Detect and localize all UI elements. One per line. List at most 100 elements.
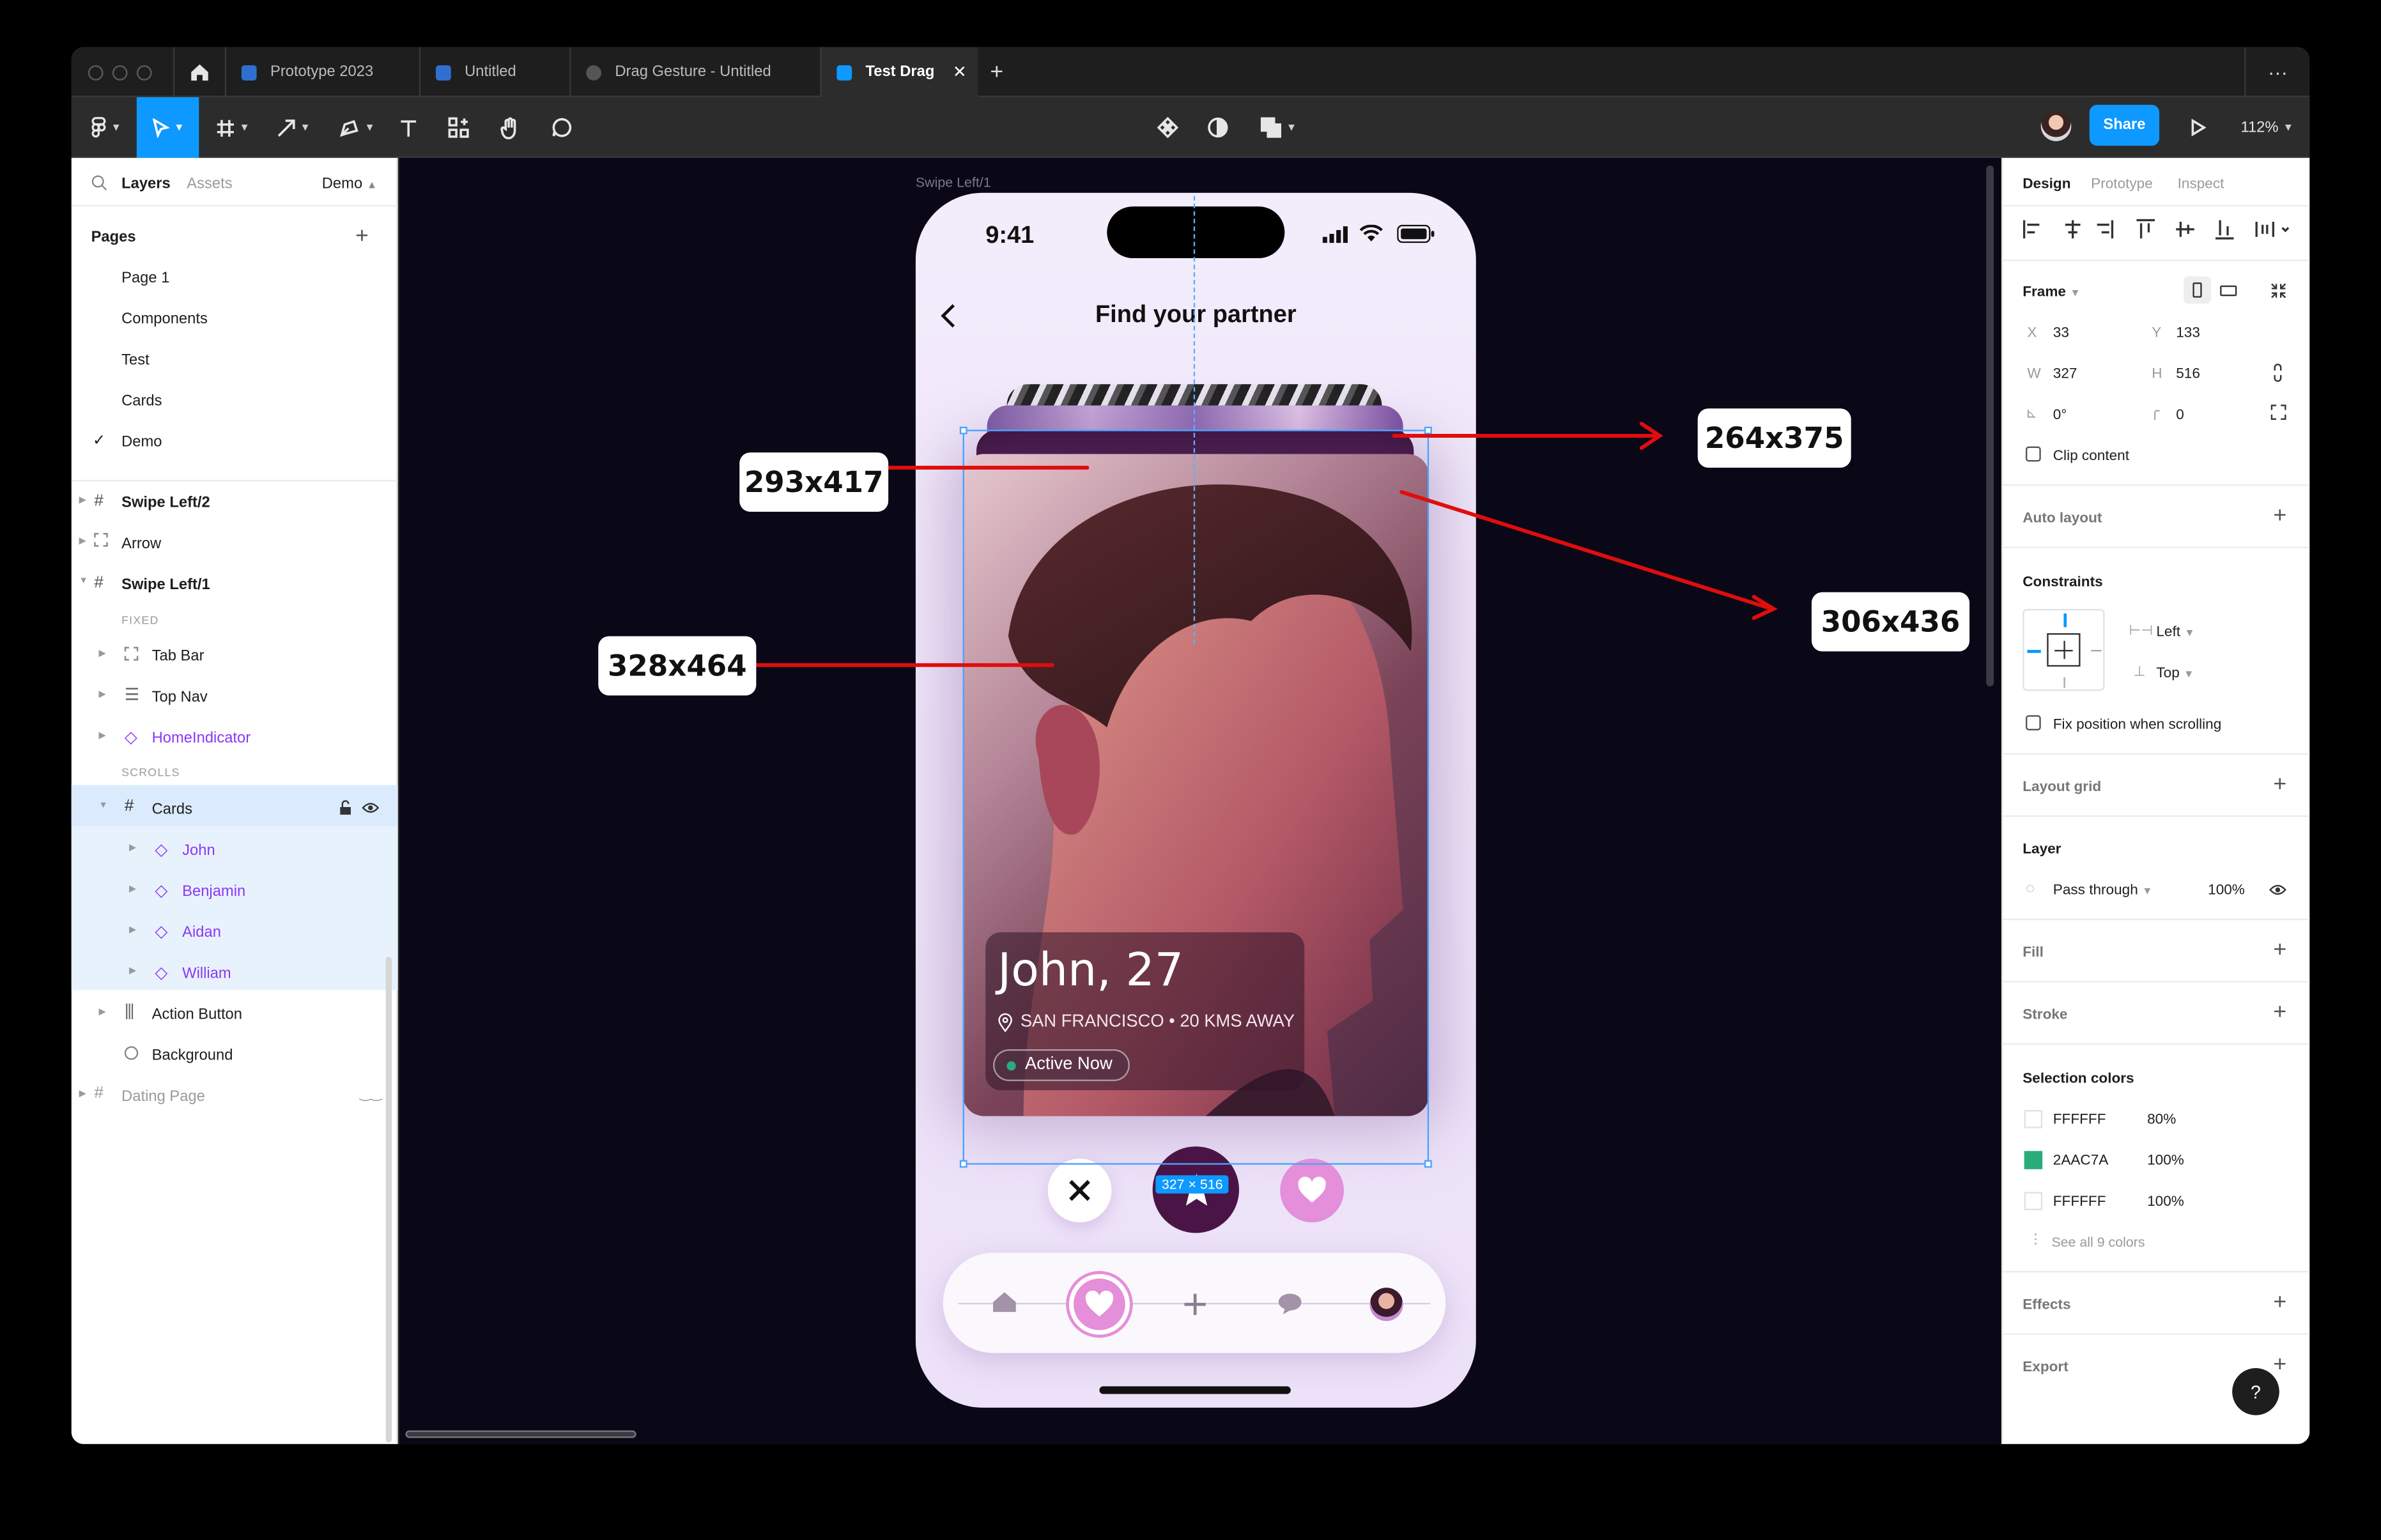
expand-arrow-icon[interactable]: ▶ [79, 1089, 86, 1099]
home-tab[interactable] [173, 47, 225, 98]
see-all-colors-link[interactable]: See all 9 colors [2051, 1235, 2145, 1250]
eye-icon[interactable] [362, 802, 380, 814]
help-button[interactable]: ? [2232, 1368, 2279, 1415]
resources-button[interactable] [443, 97, 474, 158]
expand-arrow-icon[interactable]: ▶ [98, 730, 105, 741]
constraint-right[interactable] [2091, 650, 2102, 652]
minimize-light[interactable] [112, 65, 128, 81]
page-item[interactable]: Cards [121, 393, 162, 410]
boolean-button[interactable]: ▼ [1254, 97, 1303, 158]
add-fill-icon[interactable]: + [2273, 937, 2286, 962]
page-item-active[interactable]: Demo [121, 435, 162, 451]
rotation-input[interactable]: 0° [2053, 407, 2067, 424]
add-layout-grid-icon[interactable]: + [2273, 771, 2286, 797]
layer-action-button[interactable]: Action Button [152, 1006, 242, 1023]
tab-inspect[interactable]: Inspect [2178, 176, 2224, 193]
search-icon[interactable] [91, 174, 108, 191]
radius-input[interactable]: 0 [2176, 407, 2184, 424]
constraint-widget[interactable] [2023, 608, 2105, 691]
new-tab-button[interactable]: + [978, 47, 1023, 97]
shape-tool-button[interactable]: ▼ [269, 97, 318, 158]
tab-drag-gesture[interactable]: Drag Gesture - Untitled [569, 47, 820, 98]
expand-arrow-icon[interactable]: ▶ [79, 495, 86, 505]
close-tab-icon[interactable]: ✕ [953, 62, 967, 82]
eye-icon[interactable] [2269, 884, 2287, 896]
page-item[interactable]: Test [121, 352, 150, 369]
canvas-horizontal-scrollbar[interactable] [405, 1430, 636, 1438]
blend-mode-dropdown[interactable]: Pass through ▼ [2053, 882, 2153, 899]
color-swatch[interactable] [2024, 1110, 2043, 1128]
page-dropdown[interactable]: Demo ▲ [322, 176, 378, 193]
layer-aidan[interactable]: Aidan [182, 925, 221, 941]
color-hex[interactable]: FFFFFF [2053, 1111, 2106, 1128]
present-button[interactable] [2184, 97, 2211, 158]
text-tool-button[interactable] [393, 97, 424, 158]
layer-swipe-left-1[interactable]: Swipe Left/1 [121, 577, 210, 594]
layer-tab-bar[interactable]: Tab Bar [152, 649, 204, 665]
collapse-arrow-icon[interactable]: ▼ [79, 577, 88, 586]
color-opacity[interactable]: 100% [2147, 1153, 2184, 1169]
w-input[interactable]: 327 [2053, 366, 2077, 383]
tab-layers[interactable]: Layers [121, 176, 171, 193]
frame-dropdown[interactable]: Frame ▼ [2023, 284, 2081, 300]
x-input[interactable]: 33 [2053, 325, 2069, 342]
tab-design[interactable]: Design [2023, 176, 2070, 193]
add-page-icon[interactable]: + [355, 223, 369, 249]
layer-opacity-input[interactable]: 100% [2208, 882, 2245, 899]
user-avatar[interactable] [2040, 111, 2072, 141]
main-menu-button[interactable]: ▼ [79, 97, 134, 158]
resize-to-fit-icon[interactable] [2270, 282, 2287, 299]
page-item[interactable]: Components [121, 311, 208, 328]
constraint-left-active[interactable] [2027, 650, 2041, 653]
layer-benjamin[interactable]: Benjamin [182, 884, 245, 900]
clip-content-checkbox[interactable] [2025, 446, 2041, 462]
expand-arrow-icon[interactable]: ▶ [98, 689, 105, 700]
add-effect-icon[interactable]: + [2273, 1289, 2286, 1314]
tab-assets[interactable]: Assets [187, 176, 232, 193]
vertical-constraint-dropdown[interactable]: Top ▼ [2156, 665, 2194, 682]
move-tool-button[interactable]: ▼ [136, 97, 199, 158]
canvas-vertical-scrollbar[interactable] [1986, 166, 1994, 687]
tab-untitled[interactable]: Untitled [419, 47, 569, 98]
layer-home-indicator[interactable]: HomeIndicator [152, 730, 251, 747]
comment-tool-button[interactable] [545, 97, 578, 158]
add-auto-layout-icon[interactable]: + [2273, 503, 2286, 528]
layer-background[interactable]: Background [152, 1048, 233, 1065]
color-hex[interactable]: 2AAC7A [2053, 1153, 2109, 1169]
zoom-dropdown[interactable]: 112% ▼ [2234, 97, 2301, 158]
collapse-arrow-icon[interactable]: ▼ [98, 802, 107, 811]
canvas[interactable]: Swipe Left/1 9:41 Find your partner John… [399, 158, 2001, 1444]
expand-arrow-icon[interactable]: ▶ [129, 884, 136, 894]
y-input[interactable]: 133 [2176, 325, 2200, 342]
constrain-proportions-icon[interactable] [2272, 363, 2284, 383]
share-button[interactable]: Share [2089, 104, 2160, 146]
more-menu-button[interactable]: ··· [2244, 47, 2309, 98]
page-item[interactable]: Page 1 [121, 270, 169, 287]
expand-arrow-icon[interactable]: ▶ [129, 925, 136, 936]
component-button[interactable] [1153, 97, 1183, 158]
fix-position-checkbox[interactable] [2025, 715, 2041, 731]
unlock-icon[interactable] [339, 800, 352, 815]
zoom-light[interactable] [136, 65, 152, 81]
mask-button[interactable] [1203, 97, 1233, 158]
frame-tool-button[interactable]: ▼ [208, 97, 257, 158]
pen-tool-button[interactable]: ▼ [332, 97, 381, 158]
color-opacity[interactable]: 80% [2147, 1111, 2176, 1128]
color-swatch[interactable] [2024, 1192, 2043, 1210]
expand-arrow-icon[interactable]: ▶ [129, 966, 136, 976]
color-opacity[interactable]: 100% [2147, 1194, 2184, 1210]
add-stroke-icon[interactable]: + [2273, 999, 2286, 1025]
layer-william[interactable]: William [182, 966, 231, 982]
hidden-eye-icon[interactable]: ‿‿ [360, 1086, 381, 1102]
tab-test-drag[interactable]: Test Drag ✕ [820, 47, 978, 98]
horizontal-constraint-dropdown[interactable]: Left ▼ [2156, 624, 2194, 641]
tab-prototype[interactable]: Prototype [2091, 176, 2153, 193]
expand-arrow-icon[interactable]: ▶ [79, 536, 86, 546]
align-toolbar[interactable] [2021, 219, 2295, 240]
layer-cards[interactable]: Cards [152, 802, 192, 819]
constraint-top-active[interactable] [2063, 613, 2067, 628]
constraint-bottom[interactable] [2063, 677, 2065, 688]
tab-prototype-2023[interactable]: Prototype 2023 [224, 47, 419, 98]
add-export-icon[interactable]: + [2273, 1351, 2286, 1377]
layer-dating-page[interactable]: Dating Page [121, 1089, 205, 1105]
